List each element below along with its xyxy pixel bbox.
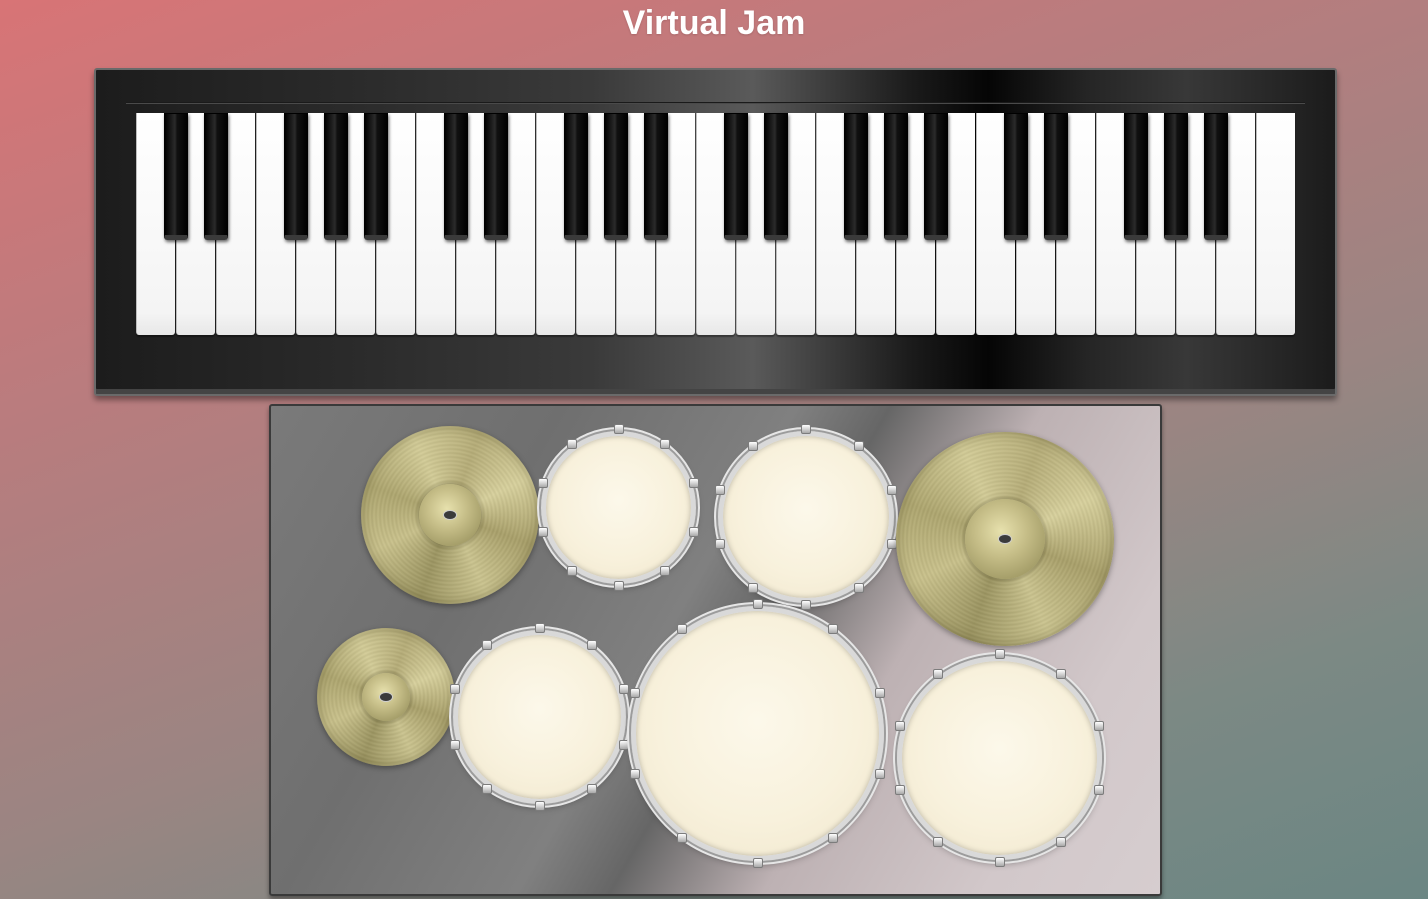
ride-cymbal-right[interactable]: [896, 432, 1114, 646]
piano-black-key[interactable]: [444, 113, 468, 240]
drum-lug: [566, 438, 577, 449]
drum-lug: [1093, 720, 1104, 731]
tom-high[interactable]: [537, 424, 700, 591]
drum-lug: [537, 526, 548, 537]
drum-lug: [715, 484, 726, 495]
drum-lug: [801, 600, 811, 610]
piano-black-key[interactable]: [284, 113, 308, 240]
piano-keyboard: [94, 68, 1337, 396]
drum-lug: [715, 539, 726, 550]
piano-black-key[interactable]: [604, 113, 628, 240]
drum-lug: [689, 478, 700, 489]
drum-kit: [269, 404, 1162, 896]
piano-black-key[interactable]: [164, 113, 188, 240]
drum-lug: [586, 784, 597, 794]
drum-lug: [748, 583, 759, 594]
drum-lug: [613, 581, 624, 591]
bass-drum[interactable]: [630, 599, 885, 868]
drum-lug: [994, 857, 1005, 867]
cymbal-nut: [379, 692, 393, 702]
drum-lug: [933, 668, 944, 679]
cymbal-nut: [443, 510, 457, 520]
drum-lug: [933, 837, 944, 848]
tom-mid[interactable]: [715, 424, 897, 610]
drum-lug: [895, 720, 906, 731]
app-title: Virtual Jam: [622, 4, 806, 42]
tom-left[interactable]: [450, 623, 629, 811]
drum-lug: [801, 424, 811, 434]
drum-lug: [660, 438, 671, 449]
drum-lug: [676, 833, 687, 844]
floor-tom[interactable]: [895, 649, 1104, 867]
piano-white-key[interactable]: [1256, 113, 1295, 335]
drum-lug: [630, 768, 641, 779]
piano-keys: [136, 113, 1296, 335]
piano-black-key[interactable]: [764, 113, 788, 240]
piano-black-key[interactable]: [484, 113, 508, 240]
drum-lug: [450, 684, 461, 695]
drum-lug: [828, 833, 839, 844]
drum-lug: [450, 739, 461, 750]
drum-lug: [586, 639, 597, 650]
piano-black-key[interactable]: [884, 113, 908, 240]
drum-lug: [537, 478, 548, 489]
piano-black-key[interactable]: [724, 113, 748, 240]
piano-black-key[interactable]: [1004, 113, 1028, 240]
hihat-cymbal[interactable]: [317, 628, 455, 766]
drum-lug: [534, 623, 545, 633]
piano-black-key[interactable]: [1164, 113, 1188, 240]
drum-lug: [828, 623, 839, 634]
piano-black-key[interactable]: [1204, 113, 1228, 240]
piano-black-key[interactable]: [644, 113, 668, 240]
drum-lug: [886, 484, 897, 495]
drum-lug: [534, 801, 545, 811]
piano-black-key[interactable]: [1044, 113, 1068, 240]
drum-lug: [689, 526, 700, 537]
drum-lug: [1055, 668, 1066, 679]
drum-lug: [752, 858, 763, 868]
drum-lug: [1093, 785, 1104, 796]
piano-black-key[interactable]: [1124, 113, 1148, 240]
piano-black-key[interactable]: [204, 113, 228, 240]
piano-black-key[interactable]: [324, 113, 348, 240]
drum-lug: [676, 623, 687, 634]
drum-lug: [1055, 837, 1066, 848]
drum-lug: [630, 688, 641, 699]
drum-lug: [853, 440, 864, 451]
crash-cymbal-left[interactable]: [361, 426, 539, 604]
piano-black-key[interactable]: [564, 113, 588, 240]
drum-lug: [482, 784, 493, 794]
drum-lug: [618, 684, 629, 695]
drum-lug: [874, 688, 885, 699]
drum-lug: [895, 785, 906, 796]
piano-rail: [126, 102, 1305, 103]
cymbal-nut: [998, 534, 1012, 544]
drum-lug: [566, 566, 577, 576]
drum-lug: [748, 440, 759, 451]
drum-lug: [994, 649, 1005, 659]
drum-lug: [482, 639, 493, 650]
drum-lug: [618, 739, 629, 750]
drum-lug: [752, 599, 763, 609]
drum-lug: [874, 768, 885, 779]
piano-black-key[interactable]: [364, 113, 388, 240]
drum-lug: [613, 424, 624, 434]
piano-black-key[interactable]: [844, 113, 868, 240]
drum-lug: [660, 566, 671, 576]
piano-black-key[interactable]: [924, 113, 948, 240]
drum-lug: [853, 583, 864, 594]
